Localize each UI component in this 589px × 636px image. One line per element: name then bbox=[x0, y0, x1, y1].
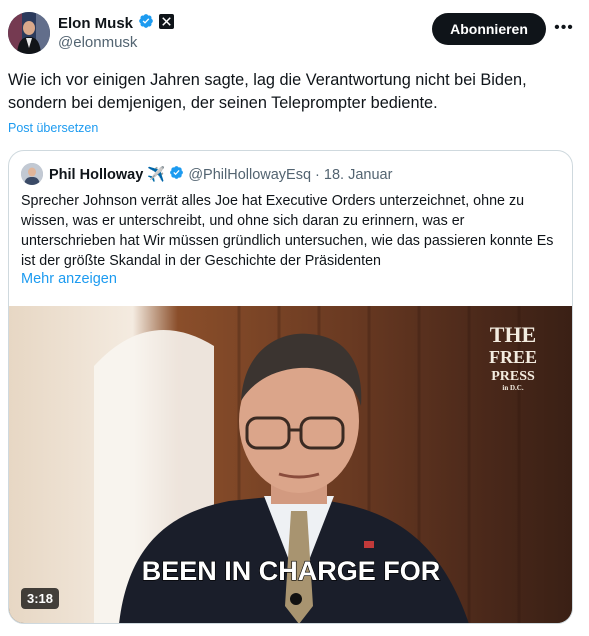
watermark-free: FREE bbox=[489, 347, 537, 367]
author-name[interactable]: Elon Musk bbox=[58, 15, 133, 32]
quoted-avatar-image bbox=[21, 163, 43, 185]
watermark-the: THE bbox=[490, 322, 536, 347]
watermark-press: PRESS bbox=[491, 369, 535, 384]
more-horizontal-icon[interactable]: ••• bbox=[554, 18, 574, 38]
quoted-verified-badge-icon bbox=[169, 165, 184, 184]
quoted-name-row: Phil Holloway ✈️ @PhilHollowayEsq · 18. … bbox=[49, 165, 392, 184]
avatar-image bbox=[8, 12, 50, 54]
author-handle[interactable]: @elonmusk bbox=[58, 34, 137, 51]
quoted-author-name[interactable]: Phil Holloway bbox=[49, 167, 143, 183]
dot-separator: · bbox=[315, 166, 320, 183]
x-logo-icon bbox=[159, 13, 175, 34]
video-frame: THE FREE PRESS in D.C. BEEN IN CHARGE FO… bbox=[9, 306, 572, 623]
author-avatar[interactable] bbox=[8, 12, 50, 54]
follow-button[interactable]: Abonnieren bbox=[432, 13, 546, 45]
video-player[interactable]: THE FREE PRESS in D.C. BEEN IN CHARGE FO… bbox=[9, 306, 572, 623]
show-more-link[interactable]: Mehr anzeigen bbox=[21, 271, 117, 287]
quoted-date[interactable]: 18. Januar bbox=[324, 167, 393, 183]
video-caption: BEEN IN CHARGE FOR bbox=[142, 556, 441, 586]
airplane-emoji: ✈️ bbox=[147, 167, 166, 183]
post-text: Wie ich vor einigen Jahren sagte, lag di… bbox=[8, 71, 527, 112]
translate-post-link[interactable]: Post übersetzen bbox=[8, 121, 98, 135]
quoted-post[interactable]: Phil Holloway ✈️ @PhilHollowayEsq · 18. … bbox=[8, 150, 573, 624]
post: Elon Musk @elonmusk Abonnieren ••• Wie i… bbox=[0, 0, 589, 636]
author-name-row: Elon Musk bbox=[58, 13, 175, 34]
verified-badge-icon bbox=[138, 13, 154, 34]
watermark-dc: in D.C. bbox=[502, 384, 523, 392]
video-duration-badge: 3:18 bbox=[21, 588, 60, 609]
quoted-author-avatar[interactable] bbox=[21, 163, 43, 185]
quoted-text: Sprecher Johnson verrät alles Joe hat Ex… bbox=[21, 193, 554, 269]
quoted-author-handle[interactable]: @PhilHollowayEsq bbox=[188, 167, 311, 183]
